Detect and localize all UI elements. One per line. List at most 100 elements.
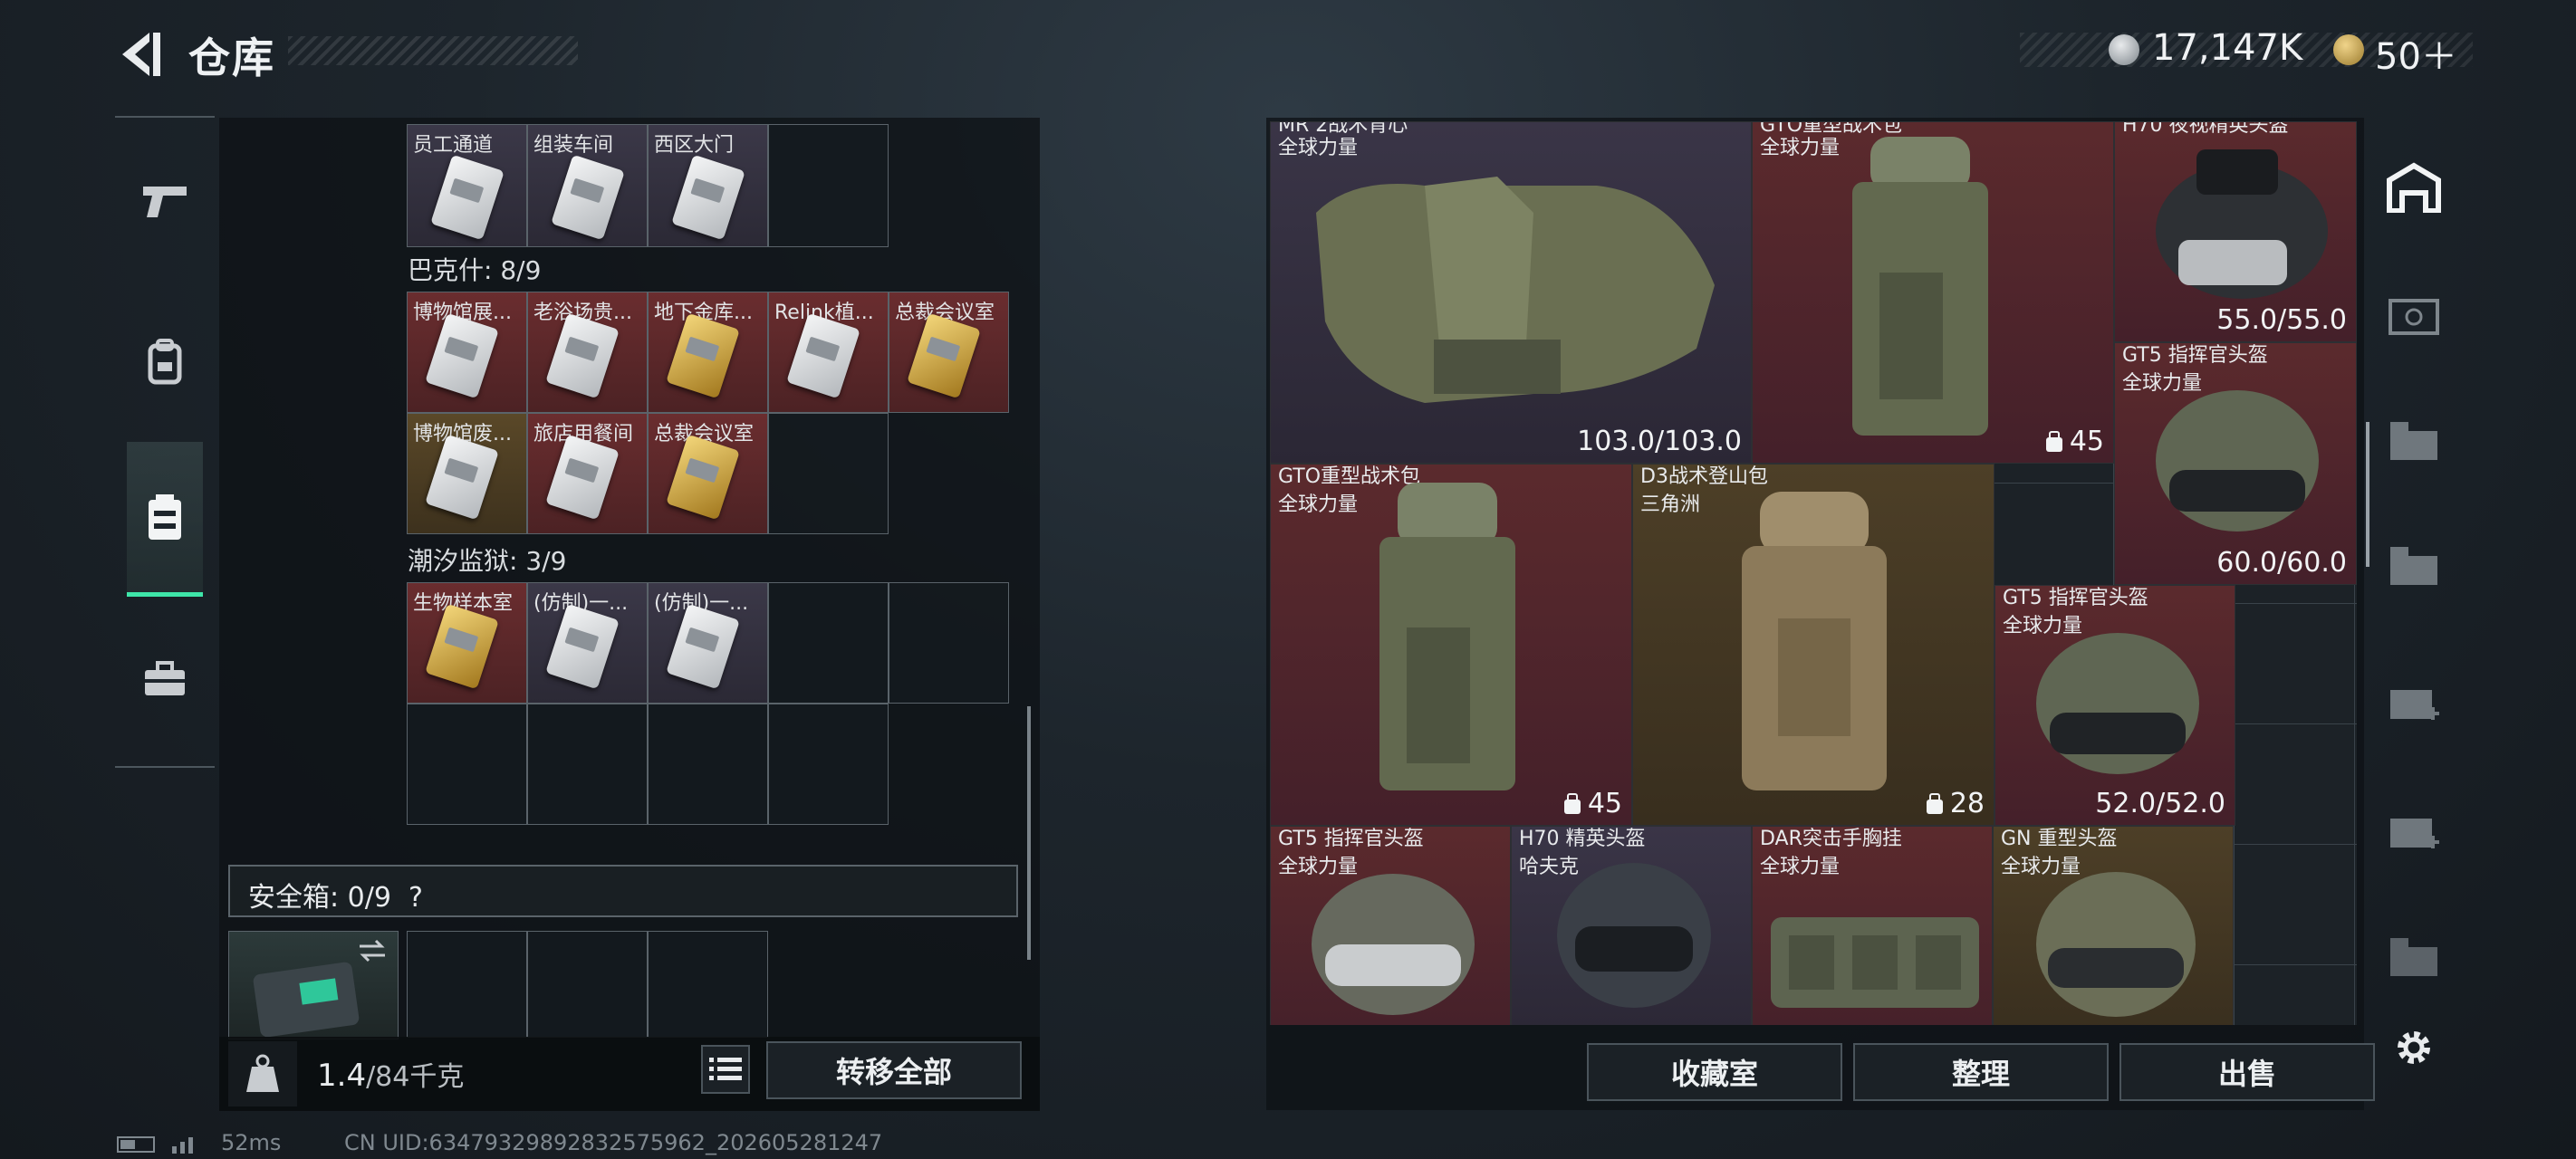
item-name: H70 夜视精英头盔 (2122, 121, 2289, 137)
gear-icon (2398, 1031, 2430, 1064)
item-name: 员工通道 (413, 134, 494, 157)
coin-icon (2109, 34, 2139, 65)
storage-box-icon (2390, 938, 2437, 976)
tab-weapons[interactable] (127, 163, 203, 239)
premium-currency-amount[interactable]: 50＋ (2375, 27, 2457, 80)
list-view-button[interactable] (701, 1045, 750, 1094)
organize-button[interactable]: 整理 (1853, 1043, 2109, 1101)
safe-box-slot[interactable] (228, 931, 399, 1039)
item-name: GT5 指挥官头盔 (2003, 587, 2148, 609)
tab-storage-med[interactable] (2380, 668, 2447, 735)
empty-slot[interactable] (768, 124, 889, 247)
key-item[interactable]: 组装车间 (527, 124, 648, 247)
item-capacity: 28 (1925, 788, 1985, 819)
user-uid: CN UID:6347932989283257596​2_20260528124… (344, 1130, 883, 1155)
item-name: 西区大门 (654, 134, 735, 157)
keycard-icon (666, 434, 740, 521)
item-faction: 全球力量 (1760, 137, 1841, 159)
currency-amount: 17,147K (2152, 27, 2303, 69)
sell-button[interactable]: 出售 (2119, 1043, 2375, 1101)
transfer-all-button[interactable]: 转移全部 (766, 1041, 1022, 1099)
inventory-scrollbar[interactable] (2366, 422, 2369, 567)
empty-slot[interactable] (889, 582, 1009, 704)
key-item[interactable]: 旅店用餐间 (527, 413, 648, 534)
inventory-item-helmet[interactable]: GT5 指挥官头盔 全球力量 (1270, 826, 1511, 1025)
empty-slot[interactable] (527, 931, 648, 1038)
empty-slot[interactable] (527, 704, 648, 825)
back-arrow-icon[interactable] (113, 27, 168, 81)
collection-room-button[interactable]: 收藏室 (1587, 1043, 1842, 1101)
keycard-icon (786, 312, 860, 399)
key-item[interactable]: 博物馆展... (407, 292, 527, 413)
key-item[interactable]: 总裁会议室 (889, 292, 1009, 413)
empty-slot[interactable] (648, 931, 768, 1038)
tab-storage-4b[interactable] (2380, 532, 2447, 599)
item-capacity: 45 (1562, 788, 1622, 819)
key-item[interactable]: 地下金库... (648, 292, 768, 413)
keycard-icon (430, 154, 505, 241)
key-item[interactable]: 西区大门 (648, 124, 768, 247)
inventory-item-backpack[interactable]: GTO重型战术包 全球力量 45 (1752, 121, 2114, 464)
helmet-image (1557, 863, 1711, 1008)
empty-slot[interactable] (648, 704, 768, 825)
tab-storage-3[interactable] (2380, 924, 2447, 991)
inventory-item-helmet[interactable]: GT5 指挥官头盔 全球力量 52.0/52.0 (1994, 585, 2235, 826)
inventory-item-backpack[interactable]: GTO重型战术包 全球力量 45 (1270, 464, 1632, 826)
item-durability: 55.0/55.0 (2216, 304, 2347, 336)
tab-storage-4[interactable] (2380, 407, 2447, 474)
tab-storage-med2[interactable] (2380, 797, 2447, 864)
safe-box-grid (407, 931, 768, 1038)
item-name: 组装车间 (533, 134, 614, 157)
key-item[interactable]: 总裁会议室 (648, 413, 768, 534)
tab-all-storage[interactable] (2380, 154, 2447, 221)
page-title: 仓库 (188, 34, 275, 82)
empty-slot[interactable] (407, 704, 527, 825)
backpack-image (1379, 483, 1515, 790)
help-icon[interactable]: ? (409, 882, 423, 914)
backpack-image (1742, 492, 1887, 790)
keycard-icon (545, 603, 620, 690)
inventory-item-helmet[interactable]: GT5 指挥官头盔 全球力量 60.0/60.0 (2114, 342, 2357, 585)
key-item[interactable]: (仿制)一... (527, 582, 648, 704)
key-item[interactable]: Relink植... (768, 292, 889, 413)
key-item[interactable]: (仿制)一... (648, 582, 768, 704)
weight-readout: 1.4/84千克 (317, 1054, 464, 1094)
key-item[interactable]: 生物样本室 (407, 582, 527, 704)
key-item[interactable]: 博物馆废... (407, 413, 527, 534)
inventory-item-nv-helmet[interactable]: H70 夜视精英头盔 55.0/55.0 (2114, 121, 2357, 342)
empty-slot[interactable] (768, 413, 889, 534)
inventory-item-vest[interactable]: MR 2战术背心 全球力量 103.0/103.0 (1270, 121, 1752, 464)
empty-slot[interactable] (407, 931, 527, 1038)
item-name: DAR突击手胸挂 (1760, 828, 1902, 850)
key-item[interactable]: 员工通道 (407, 124, 527, 247)
weight-max: /84千克 (366, 1061, 465, 1093)
title-decoration (288, 36, 578, 65)
tab-storage-5[interactable] (2380, 281, 2447, 348)
stash-scrollbar[interactable] (1027, 706, 1031, 960)
storage-tab-icon-wrap[interactable] (127, 480, 203, 556)
weight-icon-box (228, 1041, 297, 1106)
item-faction: 全球力量 (1760, 856, 1841, 878)
inventory-item-helmet[interactable]: GN 重型头盔 全球力量 (1993, 826, 2234, 1025)
inventory-item-helmet[interactable]: H70 精英头盔 哈夫克 (1511, 826, 1752, 1025)
keycard-icon (666, 603, 740, 690)
ping-readout: 52ms (221, 1130, 282, 1155)
item-name: H70 精英头盔 (1519, 828, 1646, 850)
keycard-icon (551, 154, 625, 241)
tab-equipment[interactable] (127, 324, 203, 400)
empty-slot[interactable] (768, 704, 889, 825)
empty-slot[interactable] (768, 582, 889, 704)
safe-box-label: 安全箱: 0/9 ? (248, 875, 423, 915)
settings-button[interactable] (2380, 1014, 2447, 1081)
tab-toolbox[interactable] (127, 641, 203, 717)
inventory-item-backpack[interactable]: D3战术登山包 三角洲 28 (1632, 464, 1994, 826)
swap-icon[interactable] (356, 937, 389, 964)
key-item[interactable]: 老浴场贵... (527, 292, 648, 413)
item-capacity: 45 (2044, 426, 2104, 457)
weight-icon (246, 1054, 279, 1092)
item-faction: 三角洲 (1640, 493, 1701, 516)
inventory-item-chest-rig[interactable]: DAR突击手胸挂 全球力量 (1752, 826, 1993, 1025)
blank (889, 413, 1009, 534)
home-storage-icon (2387, 162, 2441, 213)
section-label: 巴克什: 8/9 (408, 255, 542, 285)
